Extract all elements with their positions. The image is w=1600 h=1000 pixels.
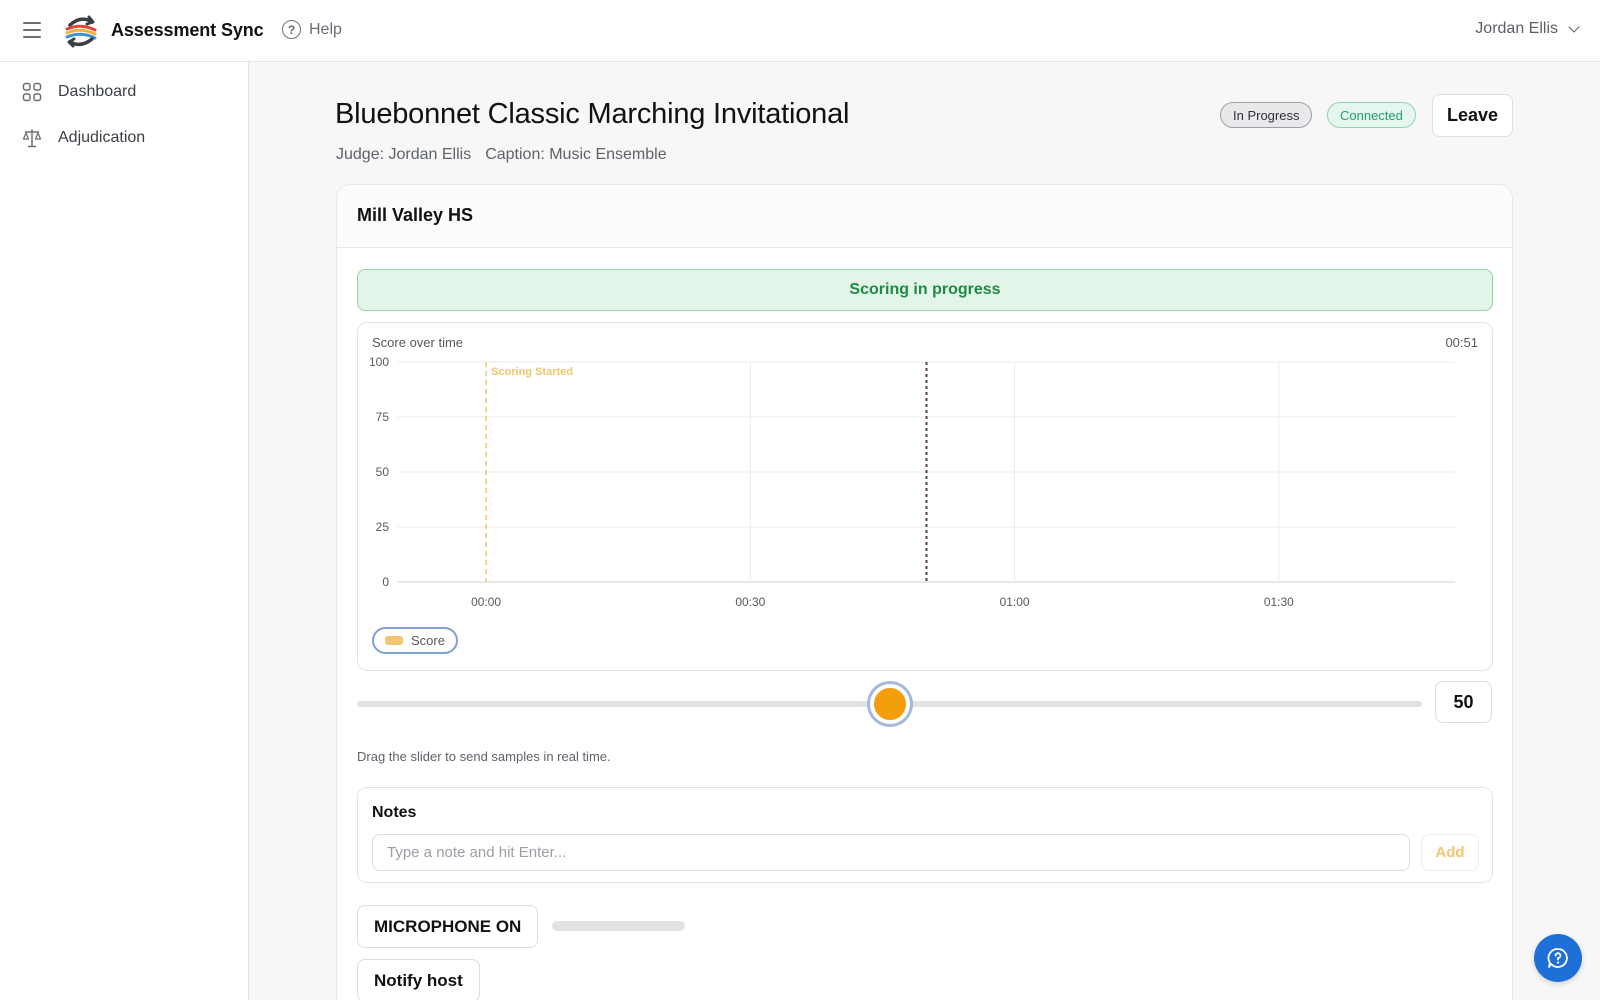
- top-bar: Assessment Sync ? Help Jordan Ellis: [0, 0, 1600, 62]
- grid-icon: [22, 82, 42, 102]
- notes-input[interactable]: [372, 834, 1410, 871]
- chart-title: Score over time: [372, 335, 464, 350]
- help-link[interactable]: ? Help: [282, 20, 342, 39]
- help-icon: ?: [282, 20, 301, 39]
- y-tick-label: 100: [369, 355, 389, 369]
- sidebar-item-label: Dashboard: [58, 83, 137, 100]
- y-tick-label: 50: [376, 465, 390, 479]
- judge-label: Judge: Jordan Ellis: [336, 146, 472, 163]
- leave-button[interactable]: Leave: [1432, 94, 1513, 137]
- caption-label: Caption: Music Ensemble: [485, 146, 667, 163]
- notify-host-button[interactable]: Notify host: [357, 959, 480, 1000]
- x-tick-label: 00:00: [471, 595, 501, 609]
- chat-help-icon: [1547, 948, 1568, 968]
- sidebar-item-adjudication[interactable]: Adjudication: [22, 128, 145, 148]
- microphone-toggle-button[interactable]: MICROPHONE ON: [357, 905, 539, 948]
- legend-label: Score: [411, 633, 445, 648]
- app-brand: Assessment Sync: [111, 20, 264, 40]
- page-title: Bluebonnet Classic Marching Invitational: [335, 98, 850, 130]
- legend-swatch: [385, 636, 403, 645]
- menu-icon[interactable]: [23, 22, 41, 38]
- x-tick-label: 01:00: [1000, 595, 1030, 609]
- score-chart-plot: 0 25 50 75 100 00:00 00:30 01:00 01:30 Scoring St…: [369, 355, 1455, 609]
- status-badge: In Progress: [1220, 102, 1313, 128]
- scoring-status-banner: Scoring in progress: [357, 269, 1493, 311]
- y-tick-label: 0: [382, 575, 389, 589]
- user-name: Jordan Ellis: [1475, 20, 1558, 37]
- performer-name: Mill Valley HS: [337, 185, 1512, 248]
- sidebar-item-dashboard[interactable]: Dashboard: [22, 82, 136, 102]
- x-tick-label: 01:30: [1264, 595, 1294, 609]
- add-note-button[interactable]: Add: [1421, 834, 1479, 871]
- user-menu[interactable]: Jordan Ellis: [1475, 20, 1580, 38]
- chart-elapsed-time: 00:51: [1445, 335, 1478, 350]
- marker-label: Scoring Started: [491, 366, 573, 378]
- slider-value: 50: [1435, 681, 1492, 723]
- y-tick-label: 75: [376, 410, 390, 424]
- legend-item-score[interactable]: Score: [372, 627, 458, 654]
- y-tick-label: 25: [376, 520, 390, 534]
- sidebar-item-label: Adjudication: [58, 129, 146, 146]
- notes-label: Notes: [372, 804, 417, 821]
- slider-thumb[interactable]: [869, 684, 910, 724]
- app-logo: [65, 15, 97, 48]
- notes-panel: Notes Add: [357, 787, 1493, 883]
- connection-badge: Connected: [1327, 102, 1416, 128]
- scoring-card: Mill Valley HS Scoring in progress 0 25 50…: [336, 184, 1513, 1000]
- microphone-level-meter: [552, 921, 685, 931]
- page-subtitle: Judge: Jordan Ellis Caption: Music Ensemb…: [336, 146, 667, 164]
- support-chat-button[interactable]: [1534, 934, 1582, 982]
- x-tick-label: 00:30: [735, 595, 765, 609]
- sidebar: Dashboard Adjudication: [0, 62, 249, 1000]
- scales-icon: [22, 129, 42, 148]
- score-slider: 50: [357, 681, 1493, 729]
- help-label: Help: [309, 20, 342, 38]
- chevron-down-icon: [1568, 20, 1580, 33]
- score-chart: 0 25 50 75 100 00:00 00:30 01:00 01:30 Scoring St…: [357, 322, 1493, 671]
- slider-help-text: Drag the slider to send samples in real …: [357, 749, 611, 764]
